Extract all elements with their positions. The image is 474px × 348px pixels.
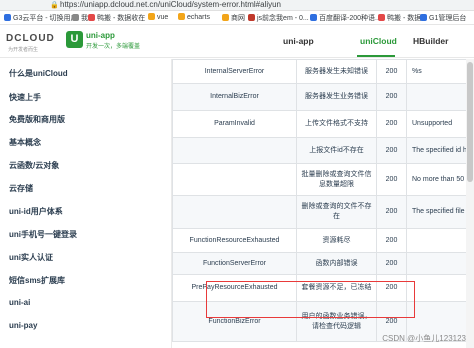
bookmark-item[interactable]: echarts: [178, 13, 210, 21]
app-slogan: 开发一次，多端覆盖: [86, 44, 141, 50]
sidebar-item-uni-id[interactable]: uni-id用户体系: [9, 206, 63, 217]
nav-uni-app[interactable]: uni-app: [283, 36, 314, 46]
error-message-cell: [406, 83, 474, 111]
error-message-cell: Unsupported: [406, 110, 474, 138]
site-header: DCLOUD 为开发者而生 U uni-app 开发一次，多端覆盖 uni-ap…: [0, 26, 474, 58]
error-name-cell: [172, 195, 297, 229]
error-message-cell: The specified id has expi: [406, 137, 474, 164]
http-code-cell: 200: [376, 228, 407, 253]
http-code-cell: 200: [376, 163, 407, 196]
bookmark-item[interactable]: G3云平台 - 切换用户: [4, 13, 78, 23]
error-name-cell: InternalServerError: [172, 59, 297, 84]
sidebar-item-what-is-unicloud[interactable]: 什么是uniCloud: [9, 68, 68, 79]
error-name-cell: [172, 163, 297, 196]
table-row: InternalServerError 服务器发生未知错误 200 %s: [172, 59, 474, 84]
error-desc-cell: 删除或查询的文件不存在: [296, 195, 377, 229]
error-name-cell: [172, 137, 297, 164]
error-message-cell: The specified file: [406, 195, 474, 229]
error-name-cell: ParamInvalid: [172, 110, 297, 138]
error-message-cell: [406, 252, 474, 275]
bookmark-favicon-icon: [420, 14, 427, 21]
bookmark-item[interactable]: 百度翻译-200种语...: [310, 13, 381, 23]
bookmark-favicon-icon: [88, 14, 95, 21]
table-row: InternalBizError 服务器发生业务错误 200: [172, 83, 474, 111]
error-desc-cell: 服务器发生业务错误: [296, 83, 377, 111]
scrollbar-thumb[interactable]: [467, 62, 473, 182]
csdn-watermark: CSDN @小鱼儿123123: [382, 334, 466, 343]
error-desc-cell: 服务器发生未知错误: [296, 59, 377, 84]
app-name[interactable]: uni-app: [86, 31, 115, 40]
sidebar-item-real-person-auth[interactable]: uni实人认证: [9, 252, 53, 263]
http-code-cell: 200: [376, 110, 407, 138]
bookmark-favicon-icon: [378, 14, 385, 21]
table-row: 批量删除或查询文件信息数量超限 200 No more than 50: [172, 163, 474, 196]
sidebar-item-concepts[interactable]: 基本概念: [9, 137, 41, 148]
highlight-box: [206, 281, 415, 318]
bookmark-favicon-icon: [310, 14, 317, 21]
folder-icon: [178, 13, 185, 20]
bookmark-item[interactable]: vue: [148, 13, 168, 21]
http-code-cell: 200: [376, 195, 407, 229]
lock-icon: 🔒: [50, 2, 59, 9]
http-code-cell: 200: [376, 137, 407, 164]
table-row: 上报文件id不存在 200 The specified id has expi: [172, 137, 474, 164]
error-message-cell: [406, 228, 474, 253]
bookmark-item[interactable]: js前念我em - 0...: [248, 13, 309, 23]
table-row: ParamInvalid 上传文件格式不支持 200 Unsupported: [172, 110, 474, 138]
sidebar-item-uni-pay[interactable]: uni-pay: [9, 321, 37, 330]
error-desc-cell: 函数内部错误: [296, 252, 377, 275]
nav-unicloud[interactable]: uniCloud: [360, 36, 397, 46]
table-row: 删除或查询的文件不存在 200 The specified file: [172, 195, 474, 229]
table-row: FunctionResourceExhausted 资源耗尽 200: [172, 228, 474, 253]
url-text[interactable]: https://uniapp.dcloud.net.cn/uniCloud/sy…: [60, 0, 281, 9]
error-message-cell: %s: [406, 59, 474, 84]
bookmark-item[interactable]: G1管理后台: [420, 13, 466, 23]
uni-app-logo-icon[interactable]: U: [66, 31, 83, 48]
error-message-cell: No more than 50: [406, 163, 474, 196]
error-desc-cell: 上报文件id不存在: [296, 137, 377, 164]
sidebar-item-quick-start[interactable]: 快速上手: [9, 92, 41, 103]
folder-icon: [222, 14, 229, 21]
error-name-cell: FunctionResourceExhausted: [172, 228, 297, 253]
nav-hbuilder[interactable]: HBuilder: [413, 36, 448, 46]
bookmark-item[interactable]: 鸭搬 - 数据收在: [88, 13, 145, 23]
sidebar-item-cloud-functions[interactable]: 云函数/云对象: [9, 160, 59, 171]
sidebar-item-uni-ai[interactable]: uni-ai: [9, 298, 30, 307]
active-nav-indicator: [357, 55, 395, 57]
bookmark-item[interactable]: 我: [72, 13, 88, 23]
error-desc-cell: 上传文件格式不支持: [296, 110, 377, 138]
sidebar-item-pricing[interactable]: 免费版和商用版: [9, 114, 65, 125]
error-desc-cell: 资源耗尽: [296, 228, 377, 253]
browser-address-bar[interactable]: 🔒 https://uniapp.dcloud.net.cn/uniCloud/…: [0, 0, 474, 11]
sidebar-item-sms[interactable]: 短信sms扩展库: [9, 275, 65, 286]
http-code-cell: 200: [376, 83, 407, 111]
table-row: FunctionServerError 函数内部错误 200: [172, 252, 474, 275]
logo-subtitle: 为开发者而生: [8, 47, 39, 53]
error-desc-cell: 批量删除或查询文件信息数量超限: [296, 163, 377, 196]
sidebar: 什么是uniCloud 快速上手 免费版和商用版 基本概念 云函数/云对象 云存…: [0, 59, 172, 348]
error-name-cell: InternalBizError: [172, 83, 297, 111]
bookmark-item[interactable]: 商网: [222, 13, 245, 23]
error-message-cell: [406, 274, 474, 302]
sidebar-item-cloud-storage[interactable]: 云存储: [9, 183, 33, 194]
bookmarks-bar: G3云平台 - 切换用户 我 鸭搬 - 数据收在 vue echarts 商网 …: [0, 11, 474, 25]
http-code-cell: 200: [376, 252, 407, 275]
error-name-cell: FunctionServerError: [172, 252, 297, 275]
dcloud-logo[interactable]: DCLOUD: [6, 33, 55, 44]
folder-icon: [148, 13, 155, 20]
bookmark-favicon-icon: [4, 14, 11, 21]
bookmark-favicon-icon: [248, 14, 255, 21]
http-code-cell: 200: [376, 59, 407, 84]
bookmark-favicon-icon: [72, 14, 79, 21]
sidebar-item-univerify[interactable]: uni手机号一键登录: [9, 229, 77, 240]
